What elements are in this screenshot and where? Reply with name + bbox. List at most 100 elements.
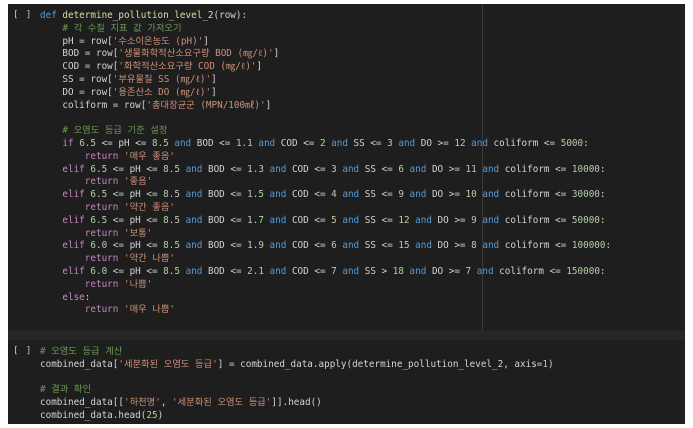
keyword-token: and: [336, 189, 365, 201]
code-token: DO >=: [431, 163, 466, 175]
keyword-token: if: [62, 137, 80, 149]
code-line[interactable]: return '나쁨': [40, 279, 611, 292]
code-token: <= pH <=: [107, 265, 164, 277]
code-token: BOD <=: [207, 189, 248, 201]
keyword-token: and: [336, 265, 365, 277]
code-line[interactable]: [40, 112, 611, 125]
keyword-token: return: [84, 176, 124, 188]
keyword-token: and: [392, 137, 421, 149]
code-line[interactable]: # 오염도 등급 기준 설정: [40, 125, 611, 138]
code-token: ] = combined_data.apply(determine_pollut…: [217, 358, 543, 370]
code-line[interactable]: return '약간 좋음': [40, 202, 611, 215]
code-token: <= pH <=: [107, 214, 164, 226]
code-token: COD <=: [291, 214, 332, 226]
code-line[interactable]: SS = row['부유물질 SS (㎎/ℓ)']: [40, 74, 611, 87]
code-editor[interactable]: # 오염도 등급 계산 combined_data['세분화된 오염도 등급'] …: [40, 346, 554, 423]
number-token: 8.5: [163, 189, 180, 201]
code-token: SS >: [364, 265, 393, 277]
string-token: '나쁨': [123, 278, 153, 290]
keyword-token: and: [263, 214, 292, 226]
code-cell-function[interactable]: [ ] def determine_pollution_level_2(row)…: [8, 4, 685, 330]
code-token: SS <=: [364, 163, 399, 175]
code-line[interactable]: elif 6.5 <= pH <= 8.5 and BOD <= 1.5 and…: [40, 189, 611, 202]
string-token: '약간 나쁨': [123, 253, 175, 265]
keyword-token: and: [476, 189, 505, 201]
code-token: BOD <=: [207, 240, 248, 252]
code-cell-apply[interactable]: [ ] # 오염도 등급 계산 combined_data['세분화된 오염도 등…: [8, 340, 685, 424]
number-token: 6.5: [90, 189, 108, 201]
code-line[interactable]: else:: [40, 292, 611, 305]
keyword-token: return: [84, 304, 124, 316]
number-token: 15: [398, 240, 410, 252]
string-token: '용존산소 DO (㎎/ℓ)': [112, 86, 212, 98]
code-token: DO >=: [420, 137, 455, 149]
code-line[interactable]: coliform = row['총대장균군 (MPN/100㎖)']: [40, 100, 611, 113]
number-token: 8.5: [163, 240, 180, 252]
keyword-token: else: [62, 291, 85, 303]
cell-execution-prompt[interactable]: [ ]: [13, 10, 32, 20]
code-line[interactable]: # 결과 확인: [40, 384, 554, 397]
code-line[interactable]: elif 6.5 <= pH <= 8.5 and BOD <= 1.7 and…: [40, 215, 611, 228]
string-token: '매우 좋음': [123, 150, 175, 162]
code-token: BOD <=: [196, 137, 236, 149]
keyword-token: return: [84, 278, 124, 290]
code-line[interactable]: elif 6.5 <= pH <= 8.5 and BOD <= 1.3 and…: [40, 164, 611, 177]
number-token: 6.5: [90, 163, 108, 175]
code-line[interactable]: return '좋음': [40, 176, 611, 189]
code-token: :: [583, 137, 589, 149]
code-line[interactable]: elif 6.0 <= pH <= 8.5 and BOD <= 2.1 and…: [40, 266, 611, 279]
code-token: <= pH <=: [107, 240, 164, 252]
code-token: COD <=: [291, 189, 332, 201]
code-line[interactable]: BOD = row['생물화학적산소요구량 BOD (㎎/ℓ)']: [40, 48, 611, 61]
number-token: 8.5: [151, 137, 169, 149]
code-line[interactable]: if 6.5 <= pH <= 8.5 and BOD <= 1.1 and C…: [40, 138, 611, 151]
code-line[interactable]: return '약간 나쁨': [40, 253, 611, 266]
code-token: ]: [265, 99, 272, 111]
code-line[interactable]: DO = row['용존산소 DO (㎎/ℓ)']: [40, 87, 611, 100]
code-line[interactable]: elif 6.0 <= pH <= 8.5 and BOD <= 1.9 and…: [40, 240, 611, 253]
code-line[interactable]: COD = row['화학적산소요구량 COD (㎎/ℓ)']: [40, 61, 611, 74]
code-token: :: [599, 189, 606, 201]
function-name-token: determine_pollution_level_2: [62, 10, 214, 21]
keyword-token: and: [263, 240, 292, 252]
keyword-token: and: [476, 214, 505, 226]
keyword-token: and: [336, 163, 365, 175]
number-token: 100000: [571, 240, 606, 252]
code-token: coliform <=: [493, 137, 561, 149]
code-token: BOD = row[: [40, 48, 119, 60]
code-line[interactable]: # 오염도 등급 계산: [40, 346, 554, 359]
comment-token: # 결과 확인: [40, 384, 92, 396]
code-line[interactable]: # 각 수질 지표 값 가져오기: [40, 23, 611, 36]
code-line[interactable]: return '매우 좋음': [40, 151, 611, 164]
code-line[interactable]: combined_data[['하천명', '세분화된 오염도 등급']].he…: [40, 397, 554, 410]
code-line[interactable]: return '매우 나쁨': [40, 304, 611, 317]
keyword-token: return: [84, 150, 124, 162]
code-token: <= pH <=: [107, 163, 164, 175]
code-token: COD <=: [291, 265, 332, 277]
number-token: 10: [465, 189, 477, 201]
number-token: 2.1: [247, 265, 264, 277]
keyword-token: and: [179, 163, 208, 175]
code-line[interactable]: def determine_pollution_level_2(row):: [40, 10, 611, 23]
code-line[interactable]: combined_data.head(25): [40, 410, 554, 423]
notebook: [ ] def determine_pollution_level_2(row)…: [8, 4, 685, 424]
code-line[interactable]: pH = row['수소이온농도 (pH)']: [40, 36, 611, 49]
cell-separator: [8, 330, 685, 340]
string-token: '부유물질 SS (㎎/ℓ)': [112, 73, 212, 85]
string-token: '총대장균군 (MPN/100㎖)': [146, 99, 266, 111]
cell-execution-prompt[interactable]: [ ]: [13, 346, 32, 356]
string-token: '매우 나쁨': [123, 304, 175, 316]
number-token: 8.5: [163, 265, 180, 277]
code-line[interactable]: [40, 372, 554, 385]
code-line[interactable]: return '보통': [40, 228, 611, 241]
code-line[interactable]: combined_data['세분화된 오염도 등급'] = combined_…: [40, 359, 554, 372]
code-token: coliform <=: [504, 240, 572, 252]
keyword-token: and: [403, 163, 432, 175]
code-editor[interactable]: def determine_pollution_level_2(row): # …: [40, 10, 611, 317]
keyword-token: and: [409, 214, 438, 226]
